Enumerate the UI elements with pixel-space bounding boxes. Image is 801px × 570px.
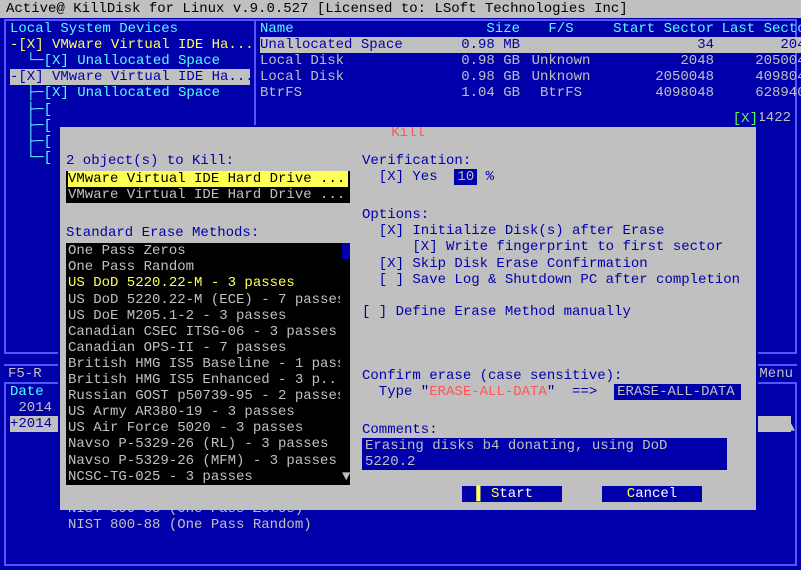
confirm-line: Type "ERASE-ALL-DATA" ==> ERASE-ALL-DATA xyxy=(362,384,750,400)
log-col-date: Date xyxy=(10,384,58,400)
sector-extra: 1422 xyxy=(757,110,791,126)
erase-method-item[interactable]: NSA 130-2 - 2 passes xyxy=(66,485,340,501)
scrollbar-thumb[interactable] xyxy=(342,243,350,259)
erase-method-item[interactable]: US DoD 5220.22-M (ECE) - 7 passes xyxy=(66,292,340,308)
device-tree-item[interactable]: -[X] VMware Virtual IDE Ha... xyxy=(10,37,250,53)
kill-object-item[interactable]: VMware Virtual IDE Hard Drive ... xyxy=(68,171,348,187)
erase-method-item[interactable]: Russian GOST p50739-95 - 2 passes xyxy=(66,388,340,404)
erase-method-item[interactable]: Canadian CSEC ITSG-06 - 3 passes xyxy=(66,324,340,340)
scroll-down-icon[interactable]: ▼ xyxy=(342,469,350,485)
log-scroll-up-icon[interactable]: ▲ xyxy=(787,420,795,436)
erase-method-item[interactable]: British HMG IS5 Enhanced - 3 p... xyxy=(66,372,340,388)
comments-input[interactable]: Erasing disks b4 donating, using DoD 522… xyxy=(362,438,727,470)
col-fs: F/S xyxy=(520,21,602,37)
erase-method-item[interactable]: US DoE M205.1-2 - 3 passes xyxy=(66,308,340,324)
verification-option[interactable]: [X] Yes 10 % xyxy=(362,169,750,185)
confirm-input[interactable]: ERASE-ALL-DATA xyxy=(614,384,741,400)
col-start: Start Sector xyxy=(602,21,714,37)
partition-row[interactable]: Local Disk0.98 GBUnknown20500484098047 xyxy=(260,69,801,85)
kill-object-item[interactable]: VMware Virtual IDE Hard Drive ... xyxy=(68,187,348,203)
comments-label: Comments: xyxy=(362,422,750,438)
erase-method-item[interactable]: NIST 800-88 (One Pass Zeros) xyxy=(66,501,340,517)
device-tree-item[interactable]: ├─[X] Unallocated Space xyxy=(10,85,250,101)
opt-save-log-shutdown[interactable]: [ ] Save Log & Shutdown PC after complet… xyxy=(362,272,750,288)
erase-method-item[interactable]: US Air Force 5020 - 3 passes xyxy=(66,420,340,436)
options-label: Options: xyxy=(362,207,750,223)
verification-label: Verification: xyxy=(362,153,750,169)
erase-method-item[interactable]: Canadian OPS-II - 7 passes xyxy=(66,340,340,356)
opt-write-fingerprint[interactable]: [X] Write fingerprint to first sector xyxy=(362,239,750,255)
dialog-close-button[interactable]: [X] xyxy=(731,111,760,127)
kill-objects-list[interactable]: VMware Virtual IDE Hard Drive ... VMware… xyxy=(66,171,350,203)
confirm-label: Confirm erase (case sensitive): xyxy=(362,368,750,384)
erase-method-item[interactable]: Navso P-5329-26 (RL) - 3 passes xyxy=(66,436,340,452)
erase-method-item[interactable]: NIST 800-88 (One Pass Random) xyxy=(66,517,340,533)
kill-dialog: [X] Kill 2 object(s) to Kill: VMware Vir… xyxy=(58,125,758,512)
cancel-button[interactable]: Cancel xyxy=(602,486,702,502)
device-tree-item[interactable]: ├─[ xyxy=(10,102,250,118)
opt-skip-confirm[interactable]: [X] Skip Disk Erase Confirmation xyxy=(362,256,750,272)
partition-row[interactable]: Local Disk0.98 GBUnknown20482050047 xyxy=(260,53,801,69)
device-tree-header: Local System Devices xyxy=(10,21,250,37)
erase-methods-list[interactable]: One Pass ZerosOne Pass RandomUS DoD 5220… xyxy=(66,243,350,485)
erase-method-item[interactable]: One Pass Zeros xyxy=(66,243,340,259)
erase-method-item[interactable]: Navso P-5329-26 (MFM) - 3 passes xyxy=(66,453,340,469)
partition-row[interactable]: Unallocated Space0.98 MB342047 xyxy=(260,37,801,53)
col-size: Size xyxy=(432,21,520,37)
erase-method-item[interactable]: US Army AR380-19 - 3 passes xyxy=(66,404,340,420)
col-last: Last Sector xyxy=(714,21,801,37)
partition-row[interactable]: BtrFS1.04 GBBtrFS40980486289407 xyxy=(260,85,801,101)
device-tree-item[interactable]: └─[X] Unallocated Space xyxy=(10,53,250,69)
opt-define-manually[interactable]: [ ] Define Erase Method manually xyxy=(362,304,750,320)
objects-label: 2 object(s) to Kill: xyxy=(66,153,350,169)
start-button[interactable]: Start xyxy=(462,486,562,502)
erase-method-item[interactable]: One Pass Random xyxy=(66,259,340,275)
methods-label: Standard Erase Methods: xyxy=(66,225,350,241)
dialog-title: Kill xyxy=(66,125,750,141)
col-name: Name xyxy=(260,21,432,37)
verification-value[interactable]: 10 xyxy=(454,169,477,185)
opt-initialize-disk[interactable]: [X] Initialize Disk(s) after Erase xyxy=(362,223,750,239)
erase-method-item[interactable]: US DoD 5220.22-M - 3 passes xyxy=(66,275,340,291)
title-bar: Active@ KillDisk for Linux v.9.0.527 [Li… xyxy=(0,0,801,18)
erase-method-item[interactable]: British HMG IS5 Baseline - 1 pass xyxy=(66,356,340,372)
status-right: Menu xyxy=(759,366,793,382)
device-tree-item[interactable]: -[X] VMware Virtual IDE Ha... xyxy=(10,69,250,85)
partition-columns: Name Size F/S Start Sector Last Sector xyxy=(260,21,801,37)
erase-method-item[interactable]: NCSC-TG-025 - 3 passes xyxy=(66,469,340,485)
status-left: F5-R xyxy=(8,366,42,382)
